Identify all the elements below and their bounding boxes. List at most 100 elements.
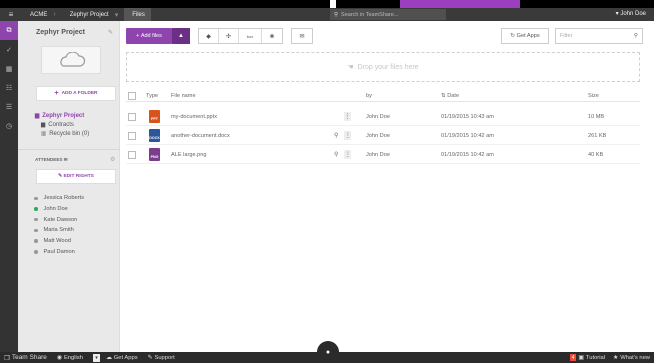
google-drive-icon[interactable]: ◆ [199,29,219,43]
attendee-item[interactable]: Paul Damon [34,246,120,257]
file-name[interactable]: my-document.pptx [171,114,217,120]
calendar-icon[interactable]: ▦ [0,59,18,78]
recycle-bin[interactable]: ▥ Recycle bin (0) [35,129,120,138]
table-row[interactable]: DOCX another-document.docx ⚲ ⋮ John Doe 0… [126,126,640,145]
user-menu[interactable]: ▾ John Doe [616,8,646,21]
column-date[interactable]: ⇅ Date [441,89,459,102]
more-icon[interactable]: ⋮ [344,112,351,121]
background-divider [330,0,336,8]
attendee-list: Jessica Roberts John Doe Kate Dawson Mar… [34,193,120,257]
left-rail: ⧉ ✓ ▦ ☷ ☰ ◷ [0,21,18,352]
chat-icon[interactable]: ● [317,341,339,363]
add-folder-label: ADD A FOLDER [61,91,98,96]
chat-bubbles-icon: ❐ [4,354,10,362]
cloud-icon-graphic [60,52,86,67]
breadcrumb-org[interactable]: ACME › [22,8,62,21]
get-apps-label: Get Apps [516,33,540,39]
tutorial-label: Tutorial [585,354,606,361]
row-checkbox[interactable] [128,131,136,140]
table-row[interactable]: PNG ALE large.png ⚲ ⋮ John Doe 01/19/2015… [126,145,640,164]
brand[interactable]: ❐ Team Share [4,354,47,362]
chevron-down-icon: ▾ [114,11,119,19]
add-files-label: Add files [140,33,162,39]
file-type: PPT [151,117,158,121]
attendee-item[interactable]: Maria Smith [34,225,120,236]
column-file-name[interactable]: File name [171,89,196,102]
search-input[interactable]: ⚲ Search in TeamShare... [330,9,446,20]
gear-icon[interactable]: ⚙ [110,156,115,163]
dropbox-icon[interactable]: ✣ [219,29,239,43]
users-icon[interactable]: ☷ [0,78,18,97]
file-date: 01/19/2015 10:43 am [441,113,494,120]
docx-file-icon: DOCX [149,129,160,142]
check-icon[interactable]: ✓ [0,40,18,59]
row-checkbox[interactable] [128,150,136,159]
file-date: 01/19/2015 10:42 am [441,132,494,139]
file-name[interactable]: another-document.docx [171,133,230,139]
notification-badge: 4 [569,354,577,361]
status-dot [34,196,38,201]
list-icon[interactable]: ☰ [0,97,18,116]
mail-icon[interactable]: ✉ [64,157,68,162]
folder-contracts[interactable]: ▆ Contracts [35,120,120,129]
table-header: Type File name by ⇅ Date Size [126,89,640,102]
attendees-heading: ATTENDEES ✉ [35,157,68,163]
tutorial-link[interactable]: 4 ▣ Tutorial [569,354,606,361]
preview-icon[interactable]: ⚲ [334,132,338,139]
get-apps-button[interactable]: ↻ Get Apps [501,28,549,44]
file-owner: John Doe [366,132,390,139]
drop-zone[interactable]: ☚ Drop your files here [126,52,640,82]
png-file-icon: PNG [149,148,160,161]
breadcrumb-label: ACME [30,11,48,18]
table-row[interactable]: PPT my-document.pptx ⋮ John Doe 01/19/20… [126,107,640,126]
folder-icon: ▆ [35,112,40,119]
breadcrumb-files[interactable]: Files [124,8,151,21]
select-all-checkbox[interactable] [128,89,136,102]
more-icon[interactable]: ⋮ [344,131,352,140]
language-selector[interactable]: ◉ English [57,355,83,361]
caret-down-icon[interactable]: ▾ [92,353,100,362]
graduation-icon: ▣ [578,354,584,361]
breadcrumb-project[interactable]: Zephyr Project ▾ [62,8,125,21]
mail-icon[interactable]: ✉ [291,28,313,44]
attendee-item[interactable]: John Doe [34,204,120,215]
column-size[interactable]: Size [588,89,599,102]
sidebar: Zephyr Project ✎ + ADD A FOLDER ▆ Zephyr… [18,21,120,352]
attendee-name: Kate Dawson [43,216,78,223]
file-size: 261 KB [588,132,607,139]
pencil-icon[interactable]: ✎ [108,29,113,36]
breadcrumb-label: Files [132,11,145,18]
support-link[interactable]: ✎ Support [148,355,175,361]
status-dot [34,228,38,233]
file-type: PNG [150,155,159,159]
more-icon[interactable]: ⋮ [344,150,352,159]
column-by[interactable]: by [366,89,372,102]
preview-icon[interactable]: ⚲ [334,151,338,158]
folder-label: Zephyr Project [42,112,85,119]
row-checkbox[interactable] [128,112,136,121]
bell-icon[interactable]: ▲ [172,28,190,44]
get-apps-link[interactable]: ☁ Get Apps [106,355,138,361]
history-icon[interactable]: ◷ [0,116,18,135]
folder-root[interactable]: ▆ Zephyr Project [35,111,120,120]
column-label: by [366,92,372,99]
file-name[interactable]: ALE large.png [171,152,206,158]
checkbox[interactable] [128,91,136,100]
add-folder-button[interactable]: + ADD A FOLDER [36,86,116,101]
edit-rights-button[interactable]: ✎ EDIT RIGHTS [36,169,116,184]
wrench-icon: ✎ [147,354,153,361]
whats-new-link[interactable]: ★ What's new [613,355,650,361]
add-files-button[interactable]: + Add files [126,28,172,44]
attendee-item[interactable]: Matt Wood [34,236,120,247]
language-label: English [63,354,83,361]
files-icon[interactable]: ⧉ [0,21,18,40]
filter-input[interactable]: Filter ⚲ [555,28,643,44]
column-type[interactable]: Type [146,89,158,102]
attendee-item[interactable]: Jessica Roberts [34,193,120,204]
cloud-icon: ☁ [105,354,112,361]
attendee-item[interactable]: Kate Dawson [34,214,120,225]
evernote-icon[interactable]: ❀ [262,29,282,43]
hamburger-icon[interactable]: ≡ [0,10,22,19]
box-icon[interactable]: box [239,29,262,43]
file-owner: John Doe [366,113,390,120]
